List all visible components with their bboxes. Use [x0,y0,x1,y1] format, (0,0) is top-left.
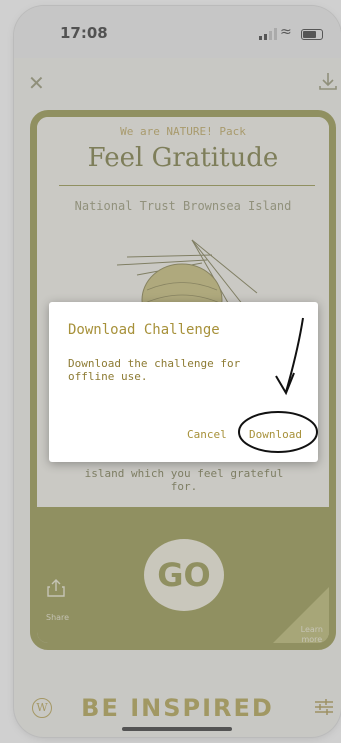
download-dialog: Download Challenge Download the challeng… [49,302,318,462]
dialog-title: Download Challenge [68,322,220,338]
dialog-message: Download the challenge for offline use. [68,357,241,383]
download-button[interactable]: Download [249,428,302,441]
cancel-button[interactable]: Cancel [187,428,227,441]
